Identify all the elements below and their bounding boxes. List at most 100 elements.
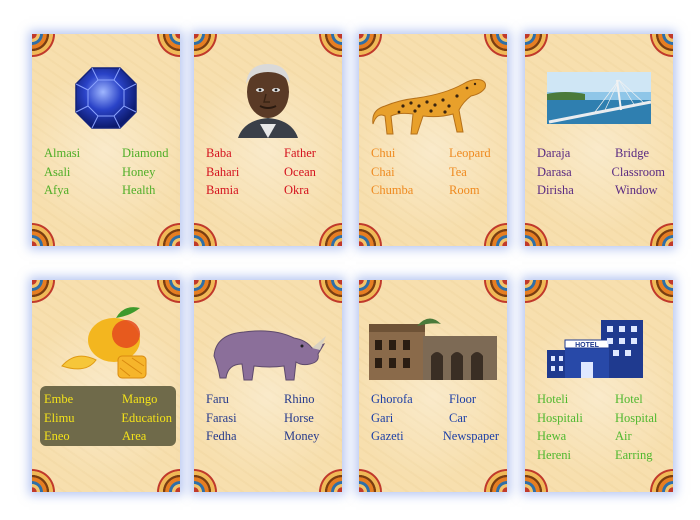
word-list: Embe Mango Elimu Education Eneo Area [44, 390, 172, 446]
leopard-icon [372, 79, 486, 135]
english-word: Diamond [122, 146, 169, 160]
word-row: Bahari Ocean [206, 163, 334, 182]
english-word: Window [615, 183, 658, 197]
word-row: Gari Car [371, 409, 499, 428]
word-row: Asali Honey [44, 163, 172, 182]
swahili-word: Hospitali [537, 410, 583, 425]
word-row: Hereni Earring [537, 446, 665, 465]
mandala-ornament [650, 223, 673, 246]
word-row: Chui Leopard [371, 144, 499, 163]
word-row: Hoteli Hotel [537, 390, 665, 409]
english-word: Air [615, 429, 632, 443]
english-word: Tea [449, 164, 467, 179]
stone-building-photo [369, 318, 497, 380]
mandala-ornament [484, 223, 507, 246]
english-word: Health [122, 183, 156, 197]
swahili-word: Bamia [206, 183, 239, 197]
english-word: Car [449, 410, 468, 425]
english-word: Ocean [284, 164, 316, 179]
swahili-word: Chumba [371, 183, 414, 197]
english-word: Hotel [615, 392, 643, 406]
mandala-ornament [32, 469, 55, 492]
word-row: Fedha Money [206, 427, 334, 446]
english-word: Mango [122, 392, 158, 406]
flashcard-e[interactable]: Embe Mango Elimu Education Eneo Area [32, 280, 180, 492]
swahili-word: Ghorofa [371, 392, 413, 406]
english-word: Classroom [611, 164, 665, 179]
word-row: Dirisha Window [537, 181, 665, 200]
english-word: Newspaper [442, 429, 499, 443]
mandala-ornament [525, 223, 548, 246]
word-row: Chai Tea [371, 163, 499, 182]
flashcard-c[interactable]: Chui Leopard Chai Tea Chumba Room [359, 34, 507, 246]
swahili-word: Eneo [44, 429, 70, 443]
mango-icon [61, 307, 147, 379]
word-row: Hospitali Hospital [537, 409, 665, 428]
english-word: Bridge [615, 146, 650, 160]
word-list: Ghorofa Floor Gari Car Gazeti Newspaper [371, 390, 499, 446]
swahili-word: Almasi [44, 146, 81, 160]
flashcard-d[interactable]: Daraja Bridge Darasa Classroom Dirisha Wind… [525, 34, 673, 246]
swahili-word: Faru [206, 392, 229, 406]
mandala-ornament [319, 469, 342, 492]
swahili-word: Asali [44, 164, 71, 179]
word-row: Daraja Bridge [537, 144, 665, 163]
english-word: Father [284, 146, 316, 160]
word-row: Chumba Room [371, 181, 499, 200]
flashcard-g[interactable]: Ghorofa Floor Gari Car Gazeti Newspaper [359, 280, 507, 492]
swahili-word: Elimu [44, 410, 75, 425]
swahili-word: Farasi [206, 410, 237, 425]
word-list: Faru Rhino Farasi Horse Fedha Money [206, 390, 334, 446]
flashcard-b[interactable]: Baba Father Bahari Ocean Bamia Okra [194, 34, 342, 246]
swahili-word: Fedha [206, 429, 237, 443]
word-row: Faru Rhino [206, 390, 334, 409]
word-list: Chui Leopard Chai Tea Chumba Room [371, 144, 499, 200]
word-row: Bamia Okra [206, 181, 334, 200]
bridge-photo [547, 72, 652, 124]
mandala-ornament [32, 223, 55, 246]
flashcard-f[interactable]: Faru Rhino Farasi Horse Fedha Money [194, 280, 342, 492]
english-word: Education [121, 410, 172, 425]
mandala-ornament [650, 469, 673, 492]
word-list: Daraja Bridge Darasa Classroom Dirisha Wind… [537, 144, 665, 200]
english-word: Area [122, 429, 147, 443]
swahili-word: Gari [371, 410, 394, 425]
word-row: Embe Mango [44, 390, 172, 409]
english-word: Floor [449, 392, 477, 406]
word-list: Hoteli Hotel Hospitali Hospital Hewa Air He… [537, 390, 665, 464]
word-row: Hewa Air [537, 427, 665, 446]
english-word: Room [449, 183, 480, 197]
mandala-ornament [525, 469, 548, 492]
mandala-ornament [157, 469, 180, 492]
english-word: Honey [122, 164, 156, 179]
flashcard-a[interactable]: Almasi Diamond Asali Honey Afya Health [32, 34, 180, 246]
word-row: Eneo Area [44, 427, 172, 446]
man-portrait [238, 64, 298, 138]
flashcard-h[interactable]: HOTEL Hoteli Hotel Hospitali Hospital Hewa… [525, 280, 673, 492]
swahili-word: Hoteli [537, 392, 569, 406]
word-row: Baba Father [206, 144, 334, 163]
swahili-word: Bahari [206, 164, 240, 179]
word-row: Gazeti Newspaper [371, 427, 499, 446]
mandala-ornament [319, 223, 342, 246]
word-row: Afya Health [44, 181, 172, 200]
english-word: Leopard [449, 146, 491, 160]
swahili-word: Afya [44, 183, 69, 197]
rhino-icon [213, 330, 326, 381]
english-word: Okra [284, 183, 309, 197]
mandala-ornament [359, 469, 382, 492]
english-word: Hospital [615, 410, 658, 425]
hotel-sign: HOTEL [575, 342, 599, 349]
swahili-word: Chai [371, 164, 395, 179]
swahili-word: Embe [44, 392, 74, 406]
english-word: Earring [615, 447, 653, 462]
word-row: Almasi Diamond [44, 144, 172, 163]
swahili-word: Daraja [537, 146, 571, 160]
swahili-word: Gazeti [371, 429, 404, 443]
swahili-word: Dirisha [537, 183, 574, 197]
english-word: Money [284, 429, 320, 443]
mandala-ornament [194, 469, 217, 492]
swahili-word: Chui [371, 146, 396, 160]
swahili-word: Hewa [537, 429, 567, 443]
swahili-word: Baba [206, 146, 232, 160]
